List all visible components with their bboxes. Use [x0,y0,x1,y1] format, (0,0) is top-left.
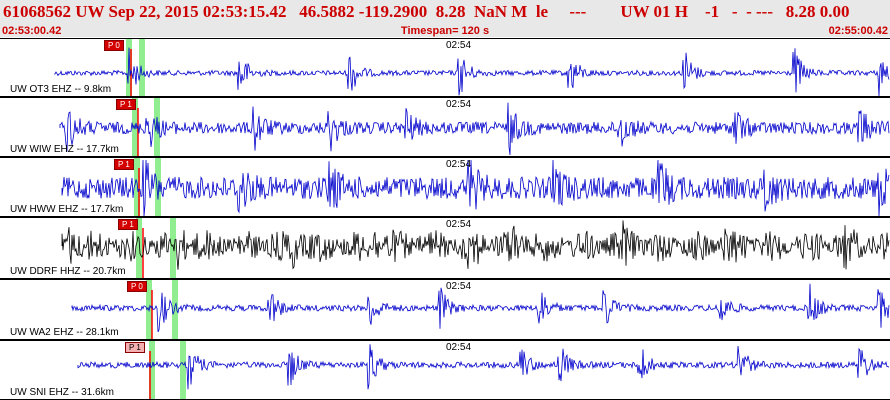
trace-panel-hww[interactable]: 02:54 P 1 UW HWW EHZ -- 17.7km [0,157,890,217]
minute-marker: 02:54 [446,99,472,110]
p-pick-marker[interactable]: P 1 [114,159,134,170]
seismic-trace [71,283,890,333]
p-pick-marker[interactable]: P 0 [127,281,147,292]
timespan: Timespan= 120 s [400,25,490,37]
p-pick-marker[interactable]: P 0 [104,40,124,51]
trace-panel-sni[interactable]: 02:54 P 1 UW SNI EHZ -- 31.6km [0,340,890,400]
waveform [54,39,890,96]
station-label: UW WA2 EHZ -- 28.1km [10,327,119,338]
station-label: UW DDRF HHZ -- 20.7km [10,266,126,277]
seismic-trace [54,47,890,96]
pick-window [170,218,176,278]
pick-window [139,39,145,96]
minute-marker: 02:54 [446,40,472,51]
trace-panel-ot3[interactable]: 02:54 P 0 UW OT3 EHZ -- 9.8km [0,38,890,97]
seismic-trace [61,220,890,270]
station-label: UW OT3 EHZ -- 9.8km [10,84,112,95]
station-label: UW HWW EHZ -- 17.7km [10,204,124,215]
station-label: UW WIW EHZ -- 17.7km [10,144,119,155]
trace-panel-wiw[interactable]: 02:54 P 1 UW WIW EHZ -- 17.7km [0,97,890,157]
trace-panel-ddrf[interactable]: 02:54 P 1 UW DDRF HHZ -- 20.7km [0,217,890,279]
event-summary: 61068562 UW Sep 22, 2015 02:53:15.42 46.… [3,2,850,21]
minute-marker: 02:54 [446,219,472,230]
pick-window [180,341,186,399]
minute-marker: 02:54 [446,342,472,353]
p-pick-marker[interactable]: P 1 [125,342,145,353]
p-pick-marker[interactable]: P 1 [116,99,136,110]
seismic-trace [61,159,890,216]
station-label: UW SNI EHZ -- 31.6km [10,387,114,398]
end-time: 02:55:00.42 [828,25,888,37]
seismic-trace [77,344,890,390]
p-pick-marker[interactable]: P 1 [118,219,138,230]
minute-marker: 02:54 [446,281,472,292]
event-header: 61068562 UW Sep 22, 2015 02:53:15.42 46.… [0,0,890,37]
trace-panel-wa2[interactable]: 02:54 P 0 UW WA2 EHZ -- 28.1km [0,279,890,340]
minute-marker: 02:54 [446,159,472,170]
seismic-trace [59,102,890,156]
